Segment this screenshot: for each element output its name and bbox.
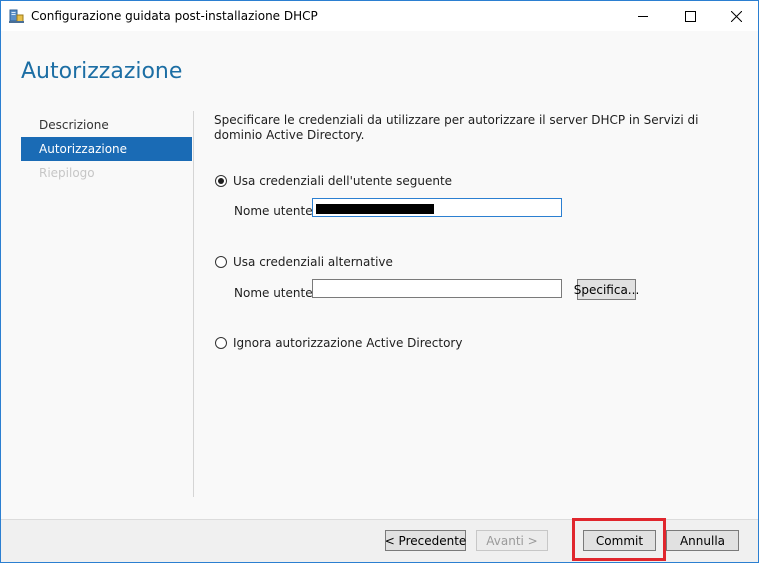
option-alternate-credentials-label: Usa credenziali alternative [233,255,393,269]
nav-item-descrizione[interactable]: Descrizione [21,113,192,137]
commit-highlight-box [572,518,666,561]
user-name-label-1: Nome utente: [234,204,317,218]
radio-alternate-credentials[interactable] [215,256,227,268]
option-skip-authorization-label: Ignora autorizzazione Active Directory [233,336,463,350]
nav-divider [193,111,194,497]
radio-skip-authorization[interactable] [215,337,227,349]
option-current-user-label: Usa credenziali dell'utente seguente [233,174,453,188]
intro-text: Specificare le credenziali da utilizzare… [214,113,699,142]
maximize-button[interactable] [667,1,713,31]
minimize-icon [637,15,648,17]
next-button: Avanti > [476,530,548,551]
wizard-window: Configurazione guidata post-installazion… [0,0,759,563]
radio-current-user[interactable] [215,175,227,187]
dhcp-server-icon [9,9,24,23]
user-name-label-2: Nome utente: [234,286,317,300]
window-title: Configurazione guidata post-installazion… [31,9,318,23]
wizard-nav: Descrizione Autorizzazione Riepilogo [21,113,192,185]
minimize-button[interactable] [620,1,666,31]
previous-button[interactable]: < Precedente [385,530,466,551]
redacted-user-name [316,204,434,214]
cancel-button[interactable]: Annulla [666,530,739,551]
user-name-input-alternate[interactable] [312,279,562,298]
maximize-icon [684,10,696,22]
option-skip-authorization[interactable]: Ignora autorizzazione Active Directory [215,336,462,350]
title-bar[interactable]: Configurazione guidata post-installazion… [1,1,758,31]
option-alternate-credentials[interactable]: Usa credenziali alternative [215,255,393,269]
nav-item-autorizzazione[interactable]: Autorizzazione [21,137,192,161]
nav-item-riepilogo: Riepilogo [39,166,95,180]
specify-button[interactable]: Specifica... [574,279,639,300]
close-button[interactable] [713,1,759,31]
page-title: Autorizzazione [21,59,183,84]
option-current-user[interactable]: Usa credenziali dell'utente seguente [215,174,452,188]
close-icon [730,10,742,22]
